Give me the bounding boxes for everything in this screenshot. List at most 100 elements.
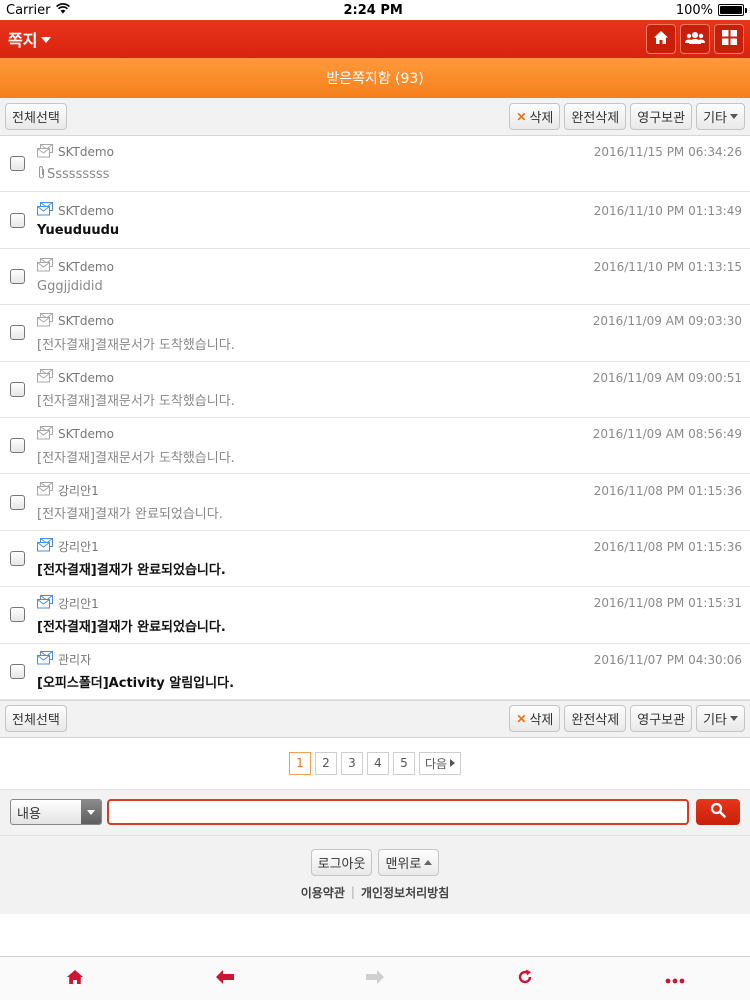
page-2[interactable]: 2: [314, 751, 337, 775]
next-page-button[interactable]: 다음: [418, 751, 462, 775]
pagination: 1 2 3 4 5 다음: [0, 738, 750, 790]
search-field-select[interactable]: 내용: [10, 799, 102, 826]
message-subject: [전자결재]결재가 완료되었습니다.: [37, 507, 223, 523]
scroll-top-button[interactable]: 맨위로: [378, 848, 440, 876]
search-button[interactable]: [696, 799, 740, 826]
home-icon: [653, 30, 669, 49]
message-date: 2016/11/10 PM 01:13:15: [593, 259, 742, 274]
message-sender: SKTdemo: [58, 314, 114, 329]
message-checkbox[interactable]: [10, 212, 25, 228]
toolbar-bottom: 전체선택 ✕ 삭제 완전삭제 영구보관 기타: [0, 699, 750, 738]
users-icon: [685, 30, 705, 49]
more-icon: [665, 969, 685, 988]
message-sender: 관리자: [58, 653, 92, 668]
message-row[interactable]: SKTdemo 2016/11/09 AM 09:00:51 [전자결재]결재문서가…: [0, 362, 750, 418]
terms-link[interactable]: 이용약관: [301, 884, 345, 901]
chevron-right-icon: [450, 759, 456, 768]
message-subject: Sssssssss: [47, 166, 110, 182]
chevron-up-icon: [424, 859, 433, 865]
message-row[interactable]: SKTdemo 2016/11/10 PM 01:13:49 Yueuduudu: [0, 192, 750, 249]
permanent-delete-button[interactable]: 완전삭제: [564, 103, 627, 130]
message-subject: Yueuduudu: [37, 223, 120, 239]
page-3[interactable]: 3: [340, 751, 363, 775]
chevron-down-icon: [81, 800, 101, 825]
message-date: 2016/11/07 PM 04:30:06: [593, 652, 742, 667]
nav-forward-button[interactable]: [355, 959, 395, 999]
nav-back-button[interactable]: [205, 959, 245, 999]
envelope-read-icon: [37, 258, 54, 275]
toolbar-top: 전체선택 ✕ 삭제 완전삭제 영구보관 기타: [0, 98, 750, 136]
delete-button[interactable]: ✕ 삭제: [509, 103, 561, 130]
message-date: 2016/11/09 AM 08:56:49: [592, 427, 742, 442]
message-checkbox[interactable]: [10, 156, 25, 172]
envelope-read-icon: [37, 312, 54, 330]
select-all-button[interactable]: 전체선택: [5, 103, 67, 130]
message-row[interactable]: SKTdemo 2016/11/10 PM 01:13:15 Gggjjdidid: [0, 249, 750, 306]
archive-button[interactable]: 영구보관: [630, 705, 693, 733]
message-subject: [전자결재]결재가 완료되었습니다.: [37, 563, 226, 579]
message-sender: SKTdemo: [58, 259, 114, 274]
envelope-read-icon: [37, 482, 54, 499]
message-checkbox[interactable]: [10, 663, 25, 679]
message-row[interactable]: 강리안1 2016/11/08 PM 01:15:36 [전자결재]결재가 완료되었…: [0, 531, 750, 588]
nav-more-button[interactable]: [655, 959, 695, 999]
select-all-button[interactable]: 전체선택: [5, 705, 67, 733]
archive-button[interactable]: 영구보관: [630, 103, 693, 130]
apps-button[interactable]: [714, 24, 744, 54]
footer: 로그아웃 맨위로 이용약관 | 개인정보처리방침: [0, 835, 750, 914]
message-checkbox[interactable]: [10, 550, 25, 566]
home-button[interactable]: [646, 24, 676, 54]
delete-x-icon: ✕: [516, 711, 527, 726]
message-checkbox[interactable]: [10, 325, 25, 341]
message-row[interactable]: SKTdemo 2016/11/09 AM 09:03:30 [전자결재]결재문서가…: [0, 305, 750, 362]
battery-icon: [718, 4, 747, 16]
inbox-title: 받은쪽지함 (93): [326, 71, 424, 87]
page-1[interactable]: 1: [288, 751, 311, 775]
envelope-read-icon: [37, 143, 54, 161]
message-sender: 강리안1: [58, 596, 99, 611]
paperclip-icon: [37, 165, 46, 184]
permanent-delete-button[interactable]: 완전삭제: [564, 705, 627, 733]
app-menu-dropdown[interactable]: 쪽지: [8, 27, 52, 51]
message-row[interactable]: 강리안1 2016/11/08 PM 01:15:36 [전자결재]결재가 완료되었…: [0, 474, 750, 531]
message-date: 2016/11/15 PM 06:34:26: [593, 145, 742, 160]
page-5[interactable]: 5: [392, 751, 415, 775]
privacy-link[interactable]: 개인정보처리방침: [361, 884, 449, 901]
message-sender: SKTdemo: [58, 145, 114, 160]
app: Carrier 2:24 PM 100% 쪽지 받은쪽지함 (93) 전체선택 …: [0, 0, 750, 1000]
message-checkbox[interactable]: [10, 438, 25, 454]
message-row[interactable]: 관리자 2016/11/07 PM 04:30:06 [오피스폴더]Activity…: [0, 644, 750, 700]
envelope-unread-icon: [37, 538, 54, 555]
contacts-button[interactable]: [680, 24, 710, 54]
battery-percent: 100%: [675, 2, 713, 18]
wifi-icon: [56, 2, 71, 18]
search-field-value: 내용: [17, 806, 41, 822]
nav-home-button[interactable]: [55, 959, 95, 999]
grid-icon: [721, 29, 737, 49]
chevron-down-icon: [730, 114, 738, 119]
more-dropdown[interactable]: 기타: [696, 705, 745, 733]
message-sender: 강리안1: [58, 540, 99, 555]
nav-refresh-button[interactable]: [505, 959, 545, 999]
search-input[interactable]: [107, 799, 689, 826]
search-bar: 내용: [0, 789, 750, 836]
search-icon: [710, 802, 726, 822]
message-row[interactable]: SKTdemo 2016/11/09 AM 08:56:49 [전자결재]결재문서가…: [0, 418, 750, 475]
refresh-icon: [517, 969, 533, 989]
carrier-label: Carrier: [6, 2, 51, 18]
message-checkbox[interactable]: [10, 268, 25, 284]
message-row[interactable]: SKTdemo 2016/11/15 PM 06:34:26 Sssssssss: [0, 136, 750, 193]
page-4[interactable]: 4: [366, 751, 389, 775]
more-dropdown[interactable]: 기타: [696, 103, 745, 130]
message-checkbox[interactable]: [10, 607, 25, 623]
app-title: 쪽지: [8, 31, 38, 50]
inbox-title-bar: 받은쪽지함 (93): [0, 58, 750, 98]
message-checkbox[interactable]: [10, 381, 25, 397]
message-list: SKTdemo 2016/11/15 PM 06:34:26 Sssssssss SK…: [0, 136, 750, 700]
envelope-unread-icon: [37, 651, 54, 668]
message-checkbox[interactable]: [10, 494, 25, 510]
forward-arrow-icon: [366, 969, 384, 988]
delete-button[interactable]: ✕ 삭제: [509, 705, 561, 733]
message-row[interactable]: 강리안1 2016/11/08 PM 01:15:31 [전자결재]결재가 완료되었…: [0, 587, 750, 644]
logout-button[interactable]: 로그아웃: [310, 848, 373, 876]
